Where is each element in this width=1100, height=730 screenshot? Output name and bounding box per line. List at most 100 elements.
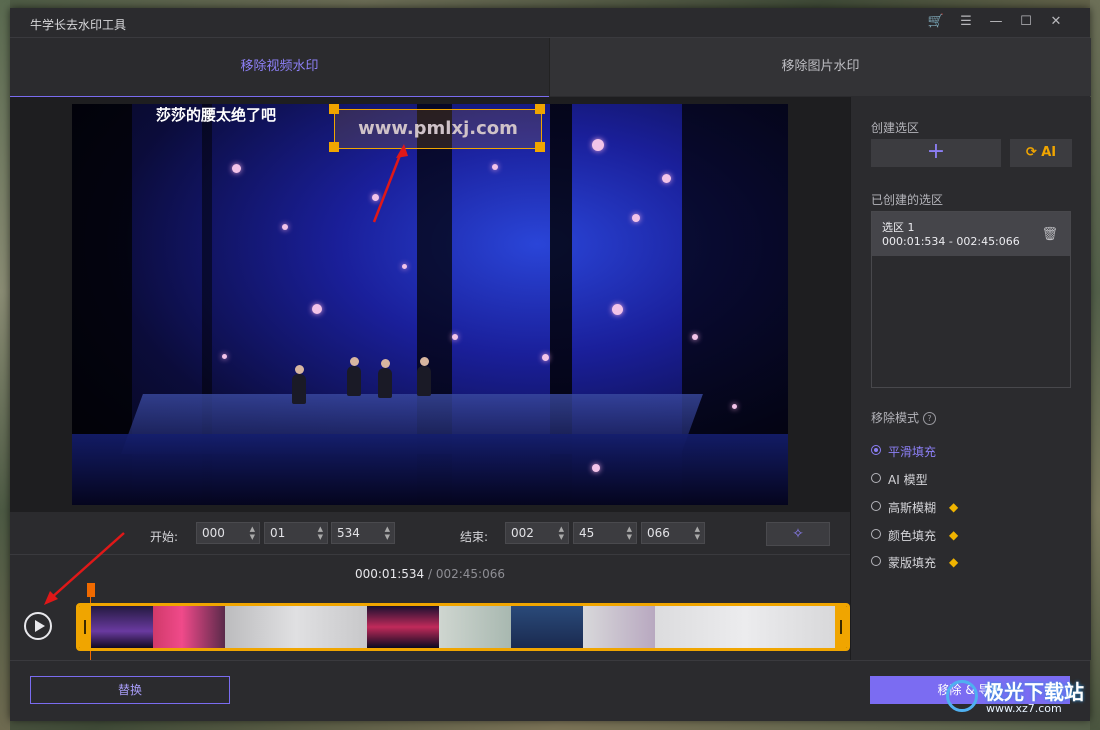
start-minutes-value: 01: [270, 526, 286, 540]
time-separator: /: [424, 567, 436, 581]
total-time: 002:45:066: [435, 567, 505, 581]
performer: [417, 357, 431, 396]
tab-bar: 移除视频水印 移除图片水印: [10, 37, 1091, 98]
stepper-arrows-icon[interactable]: ▲ ▼: [559, 525, 564, 541]
stepper-arrows-icon[interactable]: ▲ ▼: [627, 525, 632, 541]
start-hours-value: 000: [202, 526, 225, 540]
resize-handle[interactable]: [535, 142, 545, 152]
radio-icon[interactable]: [871, 556, 881, 566]
range-start-handle[interactable]: [79, 606, 91, 648]
add-selection-button[interactable]: +: [871, 139, 1001, 167]
light-dot: [592, 464, 600, 472]
minimize-icon[interactable]: —: [987, 14, 1005, 30]
site-watermark-logo: 极光下载站 www.xz7.com: [944, 676, 1094, 724]
stepper-arrows-icon[interactable]: ▲ ▼: [695, 525, 700, 541]
resize-handle[interactable]: [535, 104, 545, 114]
tab-image-watermark[interactable]: 移除图片水印: [549, 38, 1091, 96]
end-hours-input[interactable]: 002 ▲ ▼: [505, 522, 569, 544]
performer: [292, 365, 306, 404]
tab-video-watermark[interactable]: 移除视频水印: [10, 38, 549, 98]
light-dot: [282, 224, 288, 230]
end-milliseconds-value: 066: [647, 526, 670, 540]
light-dot: [662, 174, 671, 183]
light-dot: [492, 164, 498, 170]
light-dot: [402, 264, 407, 269]
radio-icon[interactable]: [871, 529, 881, 539]
radio-icon[interactable]: [871, 501, 881, 511]
start-hours-input[interactable]: 000 ▲ ▼: [196, 522, 260, 544]
trash-icon[interactable]: 🗑: [1041, 227, 1058, 242]
help-icon[interactable]: ?: [923, 412, 937, 425]
mode-label: 高斯模糊: [888, 501, 937, 515]
replace-button[interactable]: 替换: [30, 676, 230, 704]
stepper-arrows-icon[interactable]: ▲ ▼: [318, 525, 323, 541]
light-dot: [612, 304, 623, 315]
video-thumbnail: [367, 606, 439, 648]
premium-gem-icon: ◆: [949, 500, 959, 514]
title-bar: 牛学长去水印工具 🛒 ☰ — ☐ ✕: [10, 8, 1090, 37]
mode-label: 颜色填充: [888, 529, 937, 543]
radio-selected-icon[interactable]: [871, 445, 881, 455]
video-thumbnail: [153, 606, 225, 648]
removal-mode-header: 移除模式?: [871, 409, 937, 426]
light-dot: [452, 334, 458, 340]
current-time: 000:01:534: [354, 567, 425, 581]
light-dot: [222, 354, 227, 359]
time-range-controls: 开始: 000 ▲ ▼ 01 ▲ ▼ 534 ▲ ▼ 结束: 002 ▲ ▼ 45 ▲ ▼…: [10, 512, 850, 554]
end-minutes-value: 45: [579, 526, 595, 540]
video-thumbnail: [511, 606, 583, 648]
selection-range: 000:01:534 - 002:45:066: [882, 235, 1020, 248]
timeline: 000:01:534 / 002:45:066: [10, 532, 850, 661]
play-button[interactable]: [24, 612, 52, 640]
auto-detect-button[interactable]: ✧: [766, 522, 830, 546]
end-minutes-input[interactable]: 45 ▲ ▼: [573, 522, 637, 544]
range-end-handle[interactable]: [835, 606, 847, 648]
end-hours-value: 002: [511, 526, 534, 540]
maximize-icon[interactable]: ☐: [1017, 14, 1035, 30]
preview-area: 莎莎的腰太绝了吧 www.pmlxj.com: [10, 97, 850, 512]
selection-item[interactable]: 选区 1 000:01:534 - 002:45:066 🗑: [872, 212, 1070, 256]
radio-icon[interactable]: [871, 473, 881, 483]
stepper-arrows-icon[interactable]: ▲ ▼: [385, 525, 390, 541]
light-dot: [632, 214, 640, 222]
performer: [378, 359, 392, 398]
stage-floor: [72, 434, 788, 505]
video-thumbnail: [439, 606, 511, 648]
start-minutes-input[interactable]: 01 ▲ ▼: [264, 522, 328, 544]
light-dot: [692, 334, 698, 340]
performer: [347, 357, 361, 396]
ai-button-label: AI: [1041, 145, 1057, 160]
end-label: 结束:: [460, 530, 489, 544]
premium-gem-icon: ◆: [949, 555, 959, 569]
playhead-marker[interactable]: [87, 583, 95, 597]
stepper-arrows-icon[interactable]: ▲ ▼: [250, 525, 255, 541]
time-readout: 000:01:534 / 002:45:066: [10, 567, 850, 581]
magic-wand-icon: ✧: [792, 526, 804, 542]
resize-handle[interactable]: [329, 104, 339, 114]
video-thumbnail: [655, 606, 835, 648]
bottom-bar: 替换 移除 & 导出: [10, 660, 1090, 721]
end-milliseconds-input[interactable]: 066 ▲ ▼: [641, 522, 705, 544]
desktop-background-right: [1090, 0, 1100, 730]
video-preview[interactable]: 莎莎的腰太绝了吧 www.pmlxj.com: [72, 104, 788, 505]
red-arrow-annotation: [44, 532, 125, 605]
resize-handle[interactable]: [329, 142, 339, 152]
cart-icon[interactable]: 🛒: [927, 14, 945, 30]
start-milliseconds-value: 534: [337, 526, 360, 540]
start-milliseconds-input[interactable]: 534 ▲ ▼: [331, 522, 395, 544]
mode-label: 平滑填充: [888, 445, 937, 459]
close-icon[interactable]: ✕: [1047, 14, 1065, 30]
thumbnail-strip[interactable]: [76, 603, 850, 651]
menu-icon[interactable]: ☰: [957, 14, 975, 30]
video-thumbnail: [583, 606, 655, 648]
ai-icon: ⟳: [1025, 145, 1042, 160]
mode-label: AI 模型: [888, 473, 928, 487]
removal-mode-label: 移除模式: [871, 411, 920, 425]
site-watermark-url: www.xz7.com: [986, 702, 1062, 715]
app-window: 牛学长去水印工具 🛒 ☰ — ☐ ✕ 移除视频水印 移除图片水印 莎莎的腰太绝了…: [10, 8, 1091, 721]
ai-detect-button[interactable]: ⟳ AI: [1010, 139, 1072, 167]
video-caption: 莎莎的腰太绝了吧: [156, 106, 277, 124]
light-dot: [232, 164, 241, 173]
side-panel: 创建选区 + ⟳ AI 已创建的选区 选区 1 000:01:534 - 002…: [850, 97, 1091, 660]
video-thumbnail: [225, 606, 367, 648]
